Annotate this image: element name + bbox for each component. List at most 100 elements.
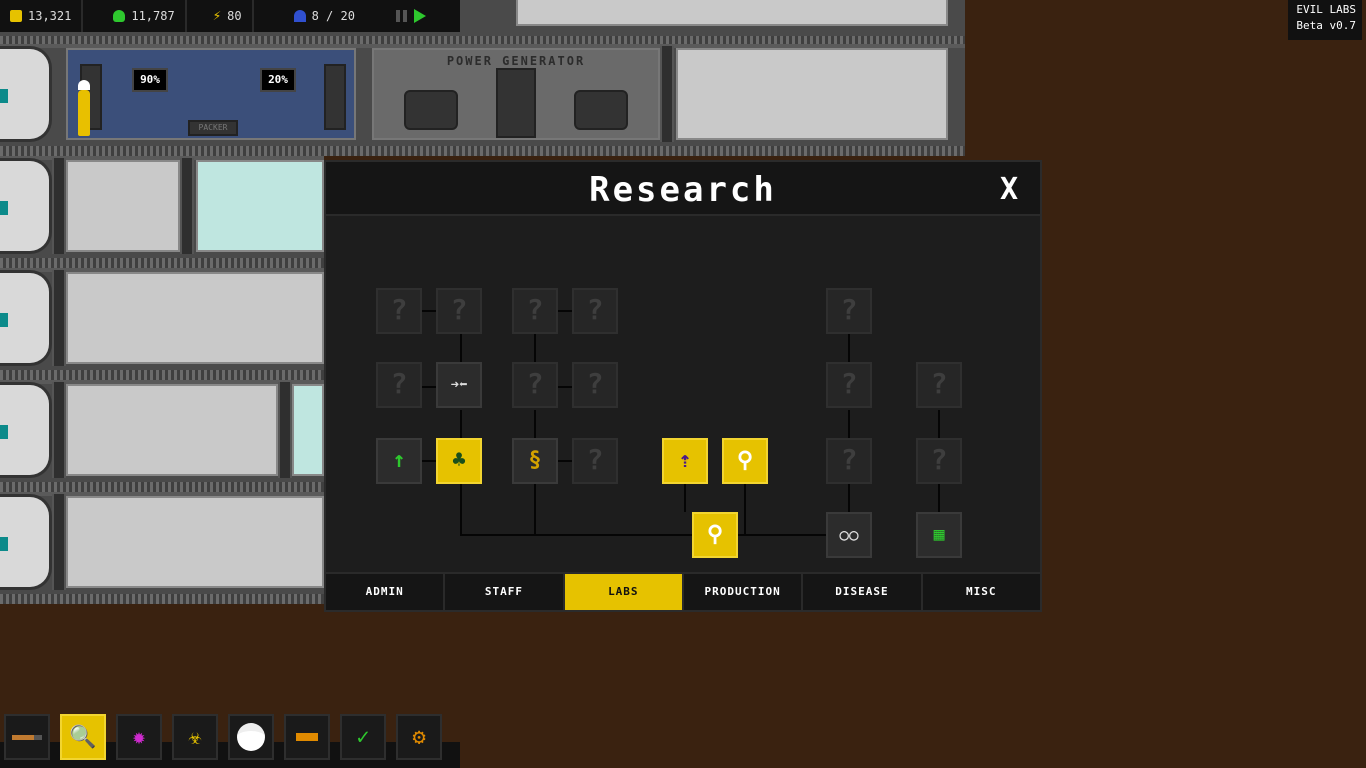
storage-room-2[interactable] — [66, 160, 180, 252]
tab-production[interactable]: PRODUCTION — [684, 574, 804, 610]
evil-syringe-button[interactable] — [284, 714, 330, 760]
wall-pillar — [278, 382, 292, 478]
flask-icon — [113, 10, 126, 22]
research-node-locked[interactable]: ? — [512, 288, 558, 334]
generator-motor-right — [574, 90, 628, 130]
research-title: Research — [589, 170, 777, 210]
storage-room-1[interactable] — [676, 48, 948, 140]
microscope-arrow-icon: ⚲ — [736, 448, 754, 473]
staff-button[interactable] — [228, 714, 274, 760]
tree-connector — [848, 484, 850, 512]
packer-machine: PACKER — [188, 120, 238, 136]
research-node-test-tube[interactable]: ⇡ — [662, 438, 708, 484]
elevator-number — [0, 425, 8, 439]
staff-value: 8 / 20 — [311, 9, 355, 23]
elevator-number — [0, 201, 8, 215]
storage-room-5[interactable] — [66, 496, 324, 588]
office-room-2[interactable] — [292, 384, 324, 476]
version-badge: EVIL LABS Beta v0.7 — [1288, 0, 1362, 40]
disease-button[interactable]: ✹ — [116, 714, 162, 760]
research-node-locked[interactable]: ? — [916, 438, 962, 484]
research-node-locked[interactable]: ? — [572, 362, 618, 408]
elevator-floor-3[interactable] — [0, 270, 52, 366]
research-node-locked[interactable]: ? — [826, 362, 872, 408]
power-counter: ⚡ 80 — [187, 0, 254, 32]
tree-connector — [738, 534, 826, 536]
research-node-locked[interactable]: ? — [826, 288, 872, 334]
research-node-lab-expand[interactable]: ▦ — [916, 512, 962, 558]
settings-button[interactable]: ⚙ — [396, 714, 442, 760]
microscope-icon: ⚲ — [706, 522, 724, 547]
research-node-splice[interactable]: ➜⬅ — [436, 362, 482, 408]
packing-lab[interactable]: 90% 20% PACKER — [66, 48, 356, 140]
power-generator-room[interactable]: POWER GENERATOR — [372, 48, 660, 140]
test-tube-arrow-icon: ⇡ — [678, 448, 692, 473]
dna-recycle-icon: § — [528, 448, 542, 473]
game-build: Beta v0.7 — [1296, 19, 1356, 32]
research-node-plant[interactable]: ♣ — [436, 438, 482, 484]
wall-pillar — [52, 382, 66, 478]
research-node-locked[interactable]: ? — [512, 362, 558, 408]
floor-divider — [0, 146, 965, 156]
monitor-magnifier-icon: 🔍 — [69, 724, 97, 750]
money-counter: 13,321 — [0, 0, 84, 32]
research-node-locked[interactable]: ? — [376, 288, 422, 334]
clipboard-check-icon: ✓ — [356, 724, 370, 750]
objectives-button[interactable]: ✓ — [340, 714, 386, 760]
gear-icon: ⚙ — [412, 724, 426, 750]
room-plus-icon: ▦ — [933, 524, 945, 545]
person-icon — [293, 10, 306, 22]
storage-room-top[interactable] — [516, 0, 948, 26]
research-node-scientist[interactable]: ○○ — [826, 512, 872, 558]
tab-admin[interactable]: ADMIN — [326, 574, 446, 610]
tree-connector — [848, 410, 850, 438]
research-node-microscope-upgrade[interactable]: ⚲ — [722, 438, 768, 484]
elevator-number — [0, 537, 8, 551]
elevator-floor-2[interactable] — [0, 158, 52, 254]
coin-stack-icon — [10, 10, 22, 22]
elevator-number — [0, 89, 8, 103]
wall-pillar — [52, 494, 66, 590]
wall-pillar — [180, 158, 194, 254]
storage-room-4[interactable] — [66, 384, 278, 476]
tab-labs[interactable]: LABS — [564, 574, 684, 610]
research-node-dna[interactable]: § — [512, 438, 558, 484]
biohazard-button[interactable]: ☣ — [172, 714, 218, 760]
research-panel: Research X ? ? ↑ ? ➜⬅ ♣ ? ? § ? ? ? ⇡ ⚲ … — [324, 160, 1042, 612]
plant-roots-icon: ♣ — [452, 448, 466, 473]
generator-motor-left — [404, 90, 458, 130]
floor-divider — [0, 482, 324, 492]
lab-worker[interactable] — [78, 80, 90, 136]
speed-controls — [388, 0, 460, 32]
elevator-floor-1[interactable] — [0, 46, 52, 142]
merge-arrows-icon: ➜⬅ — [450, 377, 468, 393]
research-node-locked[interactable]: ? — [572, 438, 618, 484]
office-room[interactable] — [196, 160, 324, 252]
research-node-locked[interactable]: ? — [436, 288, 482, 334]
elevator-number — [0, 313, 8, 327]
storage-room-3[interactable] — [66, 272, 324, 364]
elevator-floor-4[interactable] — [0, 382, 52, 478]
research-tabs: ADMIN STAFF LABS PRODUCTION DISEASE MISC — [326, 572, 1040, 610]
generator-control — [496, 68, 536, 138]
tab-staff[interactable]: STAFF — [445, 574, 565, 610]
tree-connector — [534, 410, 536, 438]
build-hammer-button[interactable] — [4, 714, 50, 760]
pause-icon[interactable] — [396, 10, 408, 22]
research-node-growth[interactable]: ↑ — [376, 438, 422, 484]
research-node-microscope[interactable]: ⚲ — [692, 512, 738, 558]
tab-disease[interactable]: DISEASE — [803, 574, 923, 610]
game-name: EVIL LABS — [1296, 3, 1356, 16]
research-node-locked[interactable]: ? — [916, 362, 962, 408]
virus-icon: ✹ — [132, 724, 146, 750]
tab-misc[interactable]: MISC — [923, 574, 1040, 610]
research-button[interactable]: 🔍 — [60, 714, 106, 760]
research-node-locked[interactable]: ? — [826, 438, 872, 484]
elevator-floor-5[interactable] — [0, 494, 52, 590]
close-button[interactable]: X — [1000, 172, 1018, 207]
play-icon[interactable] — [414, 9, 426, 23]
research-node-locked[interactable]: ? — [572, 288, 618, 334]
tree-connector — [534, 484, 536, 536]
research-node-locked[interactable]: ? — [376, 362, 422, 408]
floor-divider — [0, 594, 324, 604]
